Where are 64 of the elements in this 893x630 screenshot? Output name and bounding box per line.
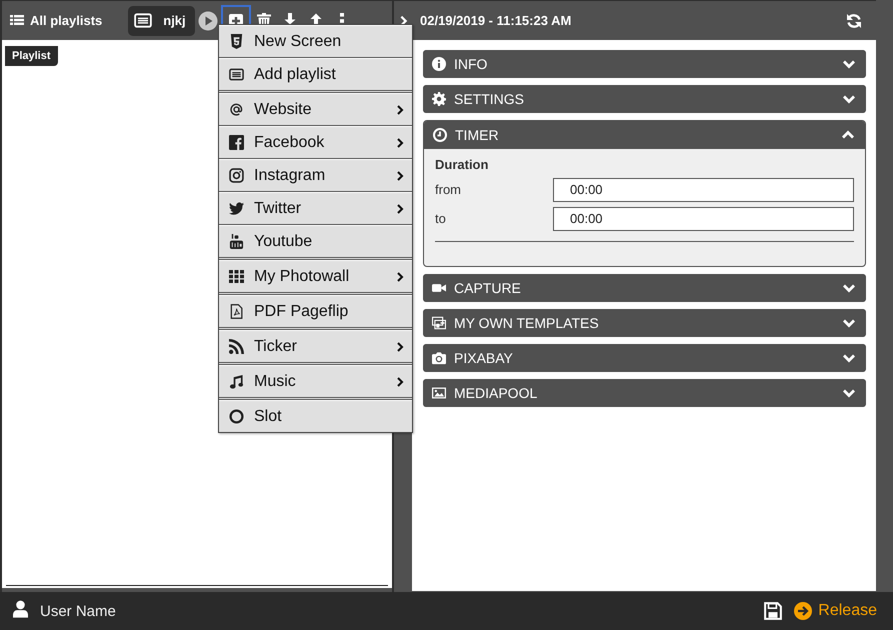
menu-item[interactable]: Slot	[219, 400, 412, 432]
camera-icon	[432, 351, 446, 365]
section-header[interactable]: MEDIAPOOL	[423, 379, 866, 407]
music-note-icon	[229, 374, 244, 389]
grid-icon	[229, 269, 244, 284]
info-icon	[432, 57, 446, 71]
user-icon	[13, 600, 28, 618]
menu-item[interactable]: Facebook	[219, 126, 412, 159]
instagram-icon	[229, 168, 244, 183]
ring-icon	[229, 409, 244, 424]
menu-item[interactable]: Ticker	[219, 330, 412, 365]
section-header[interactable]: MY OWN TEMPLATES	[423, 309, 866, 337]
refresh-button[interactable]	[846, 12, 862, 28]
time-field[interactable]: 00:00	[553, 178, 854, 202]
clock-icon	[433, 128, 447, 142]
chevron-down-icon	[842, 59, 856, 69]
all-playlists-button[interactable]: All playlists	[7, 6, 106, 36]
menu-item[interactable]: Twitter	[219, 192, 412, 225]
time-field[interactable]: 00:00	[553, 206, 854, 230]
section-header[interactable]: SETTINGS	[423, 85, 866, 113]
playlist-tab[interactable]: njkj	[128, 6, 195, 36]
bird-icon	[229, 201, 244, 216]
arrow-right-circle-icon	[794, 602, 812, 620]
template-icon	[432, 316, 446, 330]
chevron-down-icon	[842, 388, 856, 398]
chevron-up-icon	[841, 130, 855, 140]
chevron-down-icon	[842, 283, 856, 293]
menu-item[interactable]: PDF Pageflip	[219, 295, 412, 330]
playlist-tooltip: Playlist	[5, 46, 58, 66]
field-label: from	[435, 182, 462, 197]
youtube-icon	[229, 234, 244, 249]
chevron-down-icon	[842, 94, 856, 104]
chevron-down-icon	[842, 353, 856, 363]
rss-icon	[229, 339, 244, 354]
chevron-down-icon	[842, 318, 856, 328]
menu-item[interactable]: Youtube	[219, 225, 412, 260]
field-group-label: Duration	[435, 157, 490, 172]
timestamp: 02/19/2019 - 11:15:23 AM	[420, 13, 572, 28]
menu-item[interactable]: Website	[219, 93, 412, 126]
menu-item[interactable]: My Photowall	[219, 260, 412, 295]
at-sign-icon	[229, 102, 244, 117]
field-label: to	[435, 211, 447, 226]
menu-item[interactable]: Instagram	[219, 159, 412, 192]
release-button[interactable]: Release	[794, 602, 877, 620]
facebook-icon	[229, 135, 244, 150]
section-header[interactable]: INFO	[423, 50, 866, 78]
image-icon	[432, 386, 446, 400]
menu-item[interactable]: New Screen	[219, 25, 412, 58]
save-button[interactable]	[764, 602, 782, 620]
list-icon	[10, 14, 24, 28]
chevron-right-icon	[399, 14, 408, 26]
section-header[interactable]: PIXABAY	[423, 344, 866, 372]
menu-item[interactable]: Add playlist	[219, 58, 412, 93]
playlist-icon	[229, 67, 244, 82]
user-name: User Name	[40, 602, 116, 620]
html5-icon	[229, 34, 244, 49]
gear-icon	[432, 92, 446, 106]
pdf-file-icon	[229, 304, 244, 319]
menu-item[interactable]: Music	[219, 365, 412, 400]
section-header[interactable]: CAPTURE	[423, 274, 866, 302]
section-header[interactable]: TIMER	[424, 121, 865, 149]
video-camera-icon	[432, 281, 446, 295]
playlist-icon	[134, 13, 152, 28]
refresh-icon	[846, 12, 862, 28]
